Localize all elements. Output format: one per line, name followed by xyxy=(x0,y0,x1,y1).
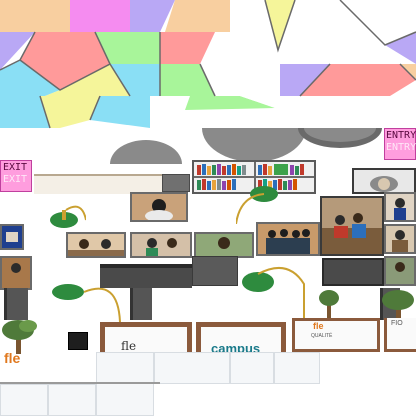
wall-photo-left-edge xyxy=(0,224,24,250)
desk-lamp-lower[interactable] xyxy=(238,260,314,324)
round-table-center[interactable] xyxy=(202,128,306,162)
wall-photo-study-1 xyxy=(130,192,188,222)
entry-sign-label-shadow: ENTRY xyxy=(386,142,416,153)
floor-tile xyxy=(0,384,48,416)
floor-divider xyxy=(0,382,160,384)
poster-fle-left-logo: fle xyxy=(4,350,21,366)
dark-screen-left[interactable] xyxy=(100,264,192,288)
wall-photo-right-lower xyxy=(384,256,416,286)
poster-fle-small-logo: fle xyxy=(313,321,324,331)
wall-photo-right-edge xyxy=(384,224,416,254)
exit-sign-label-shadow: EXIT xyxy=(3,174,28,185)
tree-small xyxy=(319,290,339,322)
entry-sign-label: ENTRY xyxy=(386,130,416,141)
floor-tile xyxy=(48,384,96,416)
exit-sign[interactable]: EXIT EXIT xyxy=(0,160,32,192)
reception-desk xyxy=(34,174,162,194)
poster-right-fragment-text: FIO xyxy=(391,320,403,327)
round-table-right[interactable] xyxy=(298,128,382,148)
floor-tile xyxy=(230,352,274,384)
printer[interactable] xyxy=(162,174,190,192)
wall-photo-mirror xyxy=(352,168,416,194)
floor-tile xyxy=(96,352,154,416)
poster-fle-left: fle xyxy=(0,320,40,382)
dark-cabinet xyxy=(192,256,238,286)
poster-fle-small: fle QUALITÉ xyxy=(292,318,380,352)
desk-lamp-center[interactable] xyxy=(236,176,296,224)
pillar-left xyxy=(4,288,28,320)
poster-fle-small-caption: QUALITÉ xyxy=(311,333,333,339)
wall-photo-study-2 xyxy=(66,232,126,258)
round-table-left[interactable] xyxy=(110,140,182,164)
wall-photo-classroom xyxy=(320,196,384,256)
entry-sign[interactable]: ENTRY ENTRY xyxy=(384,128,416,160)
device-keypad[interactable] xyxy=(68,332,88,350)
desk-lamp-left[interactable] xyxy=(42,200,86,232)
floor-tile xyxy=(274,352,320,384)
wall-photo-study-4 xyxy=(194,232,254,258)
exit-sign-label: EXIT xyxy=(3,162,28,173)
game-scene: EXIT EXIT ENTRY ENTRY fle fle campus fle… xyxy=(0,0,416,416)
poster-fle-center-logo: fle xyxy=(121,339,137,353)
tree-right xyxy=(382,290,414,322)
wall-photo-study-3 xyxy=(130,232,192,258)
floor-tile xyxy=(154,352,230,384)
poster-right-fragment: FIO xyxy=(384,318,416,352)
dark-screen-right[interactable] xyxy=(322,258,384,286)
wall-photo-student xyxy=(384,192,416,222)
wall-photo-group xyxy=(256,222,320,256)
wall-photo-left-lower xyxy=(0,256,32,290)
pillar-center xyxy=(130,288,152,320)
